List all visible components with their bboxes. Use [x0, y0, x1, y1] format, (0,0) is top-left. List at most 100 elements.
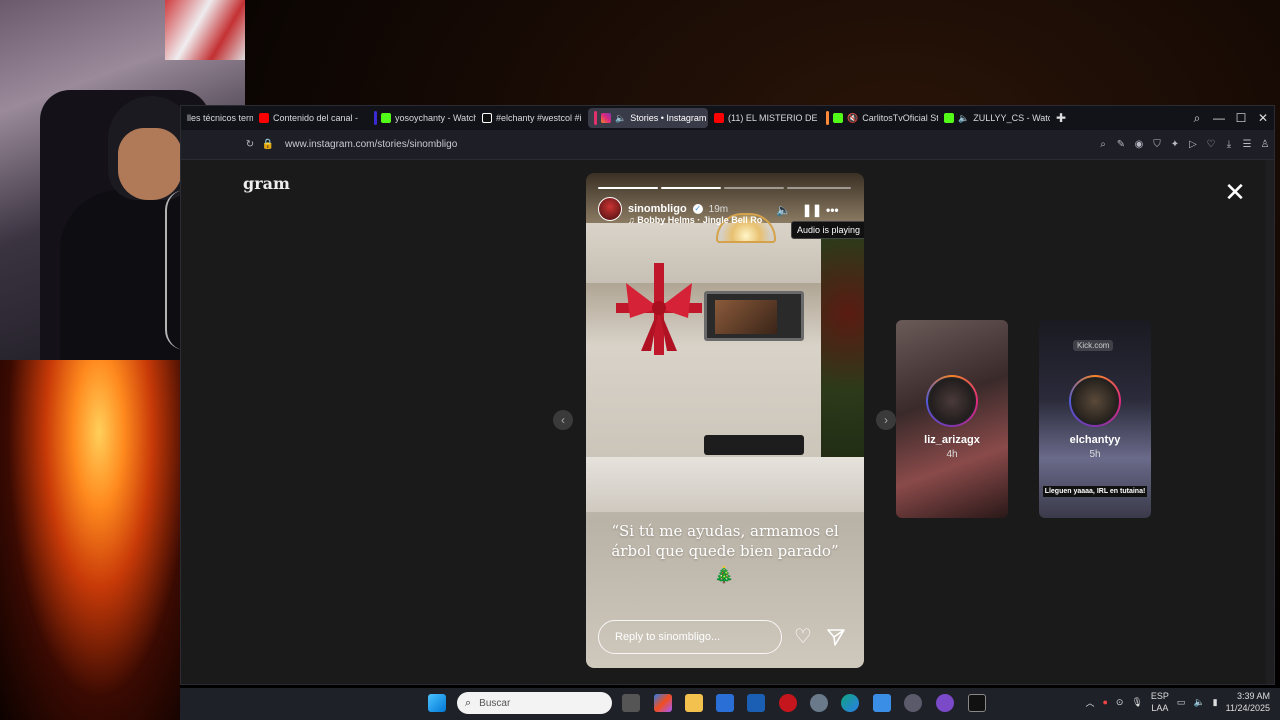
tab-label: ZULLYY_CS - Watc	[973, 113, 1050, 123]
opera-icon[interactable]	[779, 694, 797, 712]
tab-yosoychanty[interactable]: yosoychanty - Watch t	[368, 108, 476, 128]
tab-tecnicos[interactable]: lles técnicos term	[181, 108, 253, 128]
copilot-icon[interactable]	[654, 694, 672, 712]
zoom-icon[interactable]: ⌕	[1094, 136, 1112, 154]
taskbar-search[interactable]: ⌕ Buscar	[457, 692, 612, 714]
lock-icon: 🔒	[261, 139, 275, 150]
browser-window: lles técnicos term Contenido del canal -…	[180, 105, 1275, 685]
next-story-button[interactable]: ›	[876, 410, 896, 430]
avatar	[926, 375, 978, 427]
pause-button[interactable]: ❚❚	[802, 203, 822, 217]
instagram-logo[interactable]: gram	[243, 174, 290, 193]
like-button[interactable]: ♡	[794, 627, 812, 647]
story-preview-liz[interactable]: liz_arizagx 4h	[896, 320, 1008, 518]
play-icon[interactable]: ▷	[1184, 136, 1202, 154]
menu-icon[interactable]: ☰	[1238, 136, 1256, 154]
twitch-icon[interactable]	[936, 694, 954, 712]
settings-icon[interactable]	[810, 694, 828, 712]
minimize-button[interactable]: —	[1208, 108, 1230, 128]
story-progress	[787, 187, 851, 189]
story-image-stove	[704, 435, 804, 455]
mute-button[interactable]: 🔈	[776, 203, 791, 217]
network-icon[interactable]: ▭	[1177, 697, 1186, 708]
tab-bar: lles técnicos term Contenido del canal -…	[181, 106, 1274, 130]
scrollbar[interactable]	[1266, 160, 1274, 684]
obs-icon[interactable]	[904, 694, 922, 712]
story-time: 19m	[708, 203, 729, 215]
microphone-icon[interactable]: 🎙	[1131, 697, 1142, 708]
send-icon[interactable]	[826, 627, 846, 647]
system-tray: ︿ ● ⊙ 🎙 ESP LAA ▭ 🔈 ▮ 3:39 AM 11/24/2025	[1085, 690, 1270, 714]
taskbar: ⌕ Buscar ︿ ● ⊙ 🎙 ESP LAA ▭ 🔈 ▮ 3:39 AM 1…	[180, 688, 1280, 720]
task-view-icon[interactable]	[622, 694, 640, 712]
story-preview-elchantyy[interactable]: Kick.com elchantyy 5h Lleguen yaaaa, IRL…	[1039, 320, 1151, 518]
preview-username: elchantyy	[1069, 434, 1121, 446]
heart-icon[interactable]: ♡	[1202, 136, 1220, 154]
chevron-up-icon[interactable]: ︿	[1085, 696, 1094, 709]
store-icon[interactable]	[716, 694, 734, 712]
story-caption: “Si tú me ayudas, armamos el árbol que q…	[611, 522, 839, 560]
search-icon: ⌕	[465, 696, 472, 709]
reload-icon[interactable]: ↻	[241, 136, 259, 154]
edge-icon[interactable]	[841, 694, 859, 712]
reply-input[interactable]: Reply to sinombligo...	[598, 620, 782, 654]
tray-app-icon[interactable]: ●	[1102, 697, 1107, 707]
app-icon[interactable]	[873, 694, 891, 712]
url-field[interactable]: www.instagram.com/stories/sinombligo	[285, 139, 457, 150]
audio-tooltip: Audio is playing	[791, 221, 864, 239]
tab-contenido-canal[interactable]: Contenido del canal -	[253, 108, 368, 128]
tab-carlitostv[interactable]: 🔇 CarlitosTvOficial St	[820, 108, 938, 128]
music-icon: ♫	[628, 215, 638, 225]
speaker-icon: 🔈	[615, 112, 627, 123]
search-placeholder: Buscar	[479, 697, 511, 709]
volume-icon[interactable]: 🔈	[1193, 697, 1204, 708]
tray-app-icon[interactable]: ⊙	[1116, 697, 1124, 708]
kick-icon	[833, 113, 843, 123]
address-bar: ↻ 🔒 www.instagram.com/stories/sinombligo…	[181, 130, 1274, 160]
close-story-button[interactable]: ✕	[1221, 178, 1249, 206]
story-song[interactable]: ♫ Bobby Helms · Jingle Bell Ro	[628, 215, 763, 225]
clock[interactable]: 3:39 AM 11/24/2025	[1226, 690, 1270, 714]
windows-start-icon[interactable]	[428, 694, 446, 712]
battery-icon[interactable]: ▮	[1213, 697, 1218, 708]
outlook-icon[interactable]	[747, 694, 765, 712]
language-indicator[interactable]: ESP LAA	[1151, 690, 1169, 714]
avatar	[1069, 375, 1121, 427]
desktop-screen: lles técnicos term Contenido del canal -…	[0, 0, 1280, 720]
story-image-bow	[616, 263, 702, 355]
extension-icon[interactable]: ✦	[1166, 136, 1184, 154]
maximize-button[interactable]: ☐	[1230, 108, 1252, 128]
profile-icon[interactable]: ♙	[1256, 136, 1274, 154]
story-viewer[interactable]: sinombligo ✓ 19m ♫ Bobby Helms · Jingle …	[586, 173, 864, 668]
story-username[interactable]: sinombligo	[628, 203, 687, 215]
tab-label: Contenido del canal -	[273, 113, 359, 123]
speaker-muted-icon: 🔇	[847, 112, 859, 123]
download-icon[interactable]: ⤓	[1220, 136, 1238, 154]
search-tabs-icon[interactable]: ⌕	[1186, 108, 1208, 128]
file-explorer-icon[interactable]	[685, 694, 703, 712]
close-window-button[interactable]: ✕	[1252, 108, 1274, 128]
tab-label: lles técnicos term	[187, 113, 253, 123]
new-tab-button[interactable]: ✚	[1050, 108, 1072, 128]
shield-icon[interactable]: ⛉	[1148, 136, 1166, 154]
story-image-oven	[704, 291, 804, 341]
tab-zullyy[interactable]: 🔈 ZULLYY_CS - Watc	[938, 108, 1050, 128]
preview-username: liz_arizagx	[924, 434, 980, 446]
tab-label: yosoychanty - Watch t	[395, 113, 476, 123]
youtube-icon	[714, 113, 724, 123]
tab-tiktok-elchanty[interactable]: #elchanty #westcol #i	[476, 108, 588, 128]
tiktok-icon	[482, 113, 492, 123]
capcut-icon[interactable]	[968, 694, 986, 712]
tab-misterio[interactable]: (11) EL MISTERIO DE P	[708, 108, 820, 128]
story-progress	[598, 187, 658, 189]
avatar[interactable]	[598, 197, 622, 221]
tab-label: #elchanty #westcol #i	[496, 113, 582, 123]
kick-icon	[381, 113, 391, 123]
edit-icon[interactable]: ✎	[1112, 136, 1130, 154]
more-options-button[interactable]: •••	[826, 203, 839, 217]
prev-story-button[interactable]: ‹	[553, 410, 573, 430]
tab-instagram-stories[interactable]: 🔈 Stories • Instagram	[588, 108, 708, 128]
instagram-icon	[601, 113, 611, 123]
camera-icon[interactable]: ◉	[1130, 136, 1148, 154]
fire-overlay	[0, 360, 180, 720]
